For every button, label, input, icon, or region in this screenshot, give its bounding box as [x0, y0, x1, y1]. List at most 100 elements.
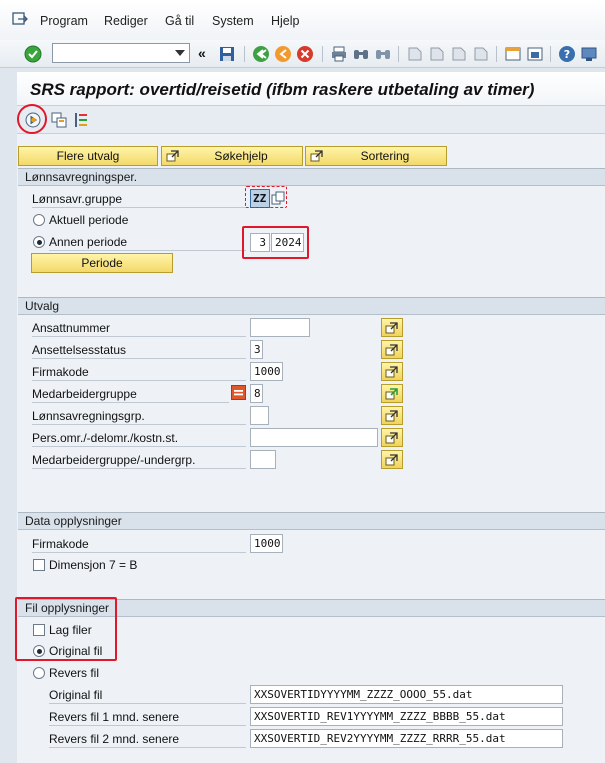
multiple-selection-button-lonnsavregningsgrp[interactable]	[381, 406, 403, 425]
arrow-select-icon	[310, 150, 323, 162]
toolbar-separator	[550, 46, 551, 62]
dimensjon-label: Dimensjon 7 = B	[49, 558, 138, 572]
command-field[interactable]	[52, 43, 190, 63]
medarbeidergruppe-label: Medarbeidergruppe	[32, 387, 137, 401]
group-header: Data opplysninger	[18, 513, 605, 530]
revers-fil-2-field[interactable]: XXSOVERTID_REV2YYYYMM_ZZZZ_RRRR_55.dat	[250, 729, 563, 748]
title-bar: SRS rapport: overtid/reisetid (ifbm rask…	[17, 72, 605, 106]
print-icon[interactable]	[330, 45, 348, 63]
sortering-label: Sortering	[360, 149, 410, 163]
sortering-button[interactable]: Sortering	[305, 146, 447, 166]
label-underline	[49, 703, 246, 704]
exit-icon[interactable]	[274, 45, 292, 63]
label-underline	[49, 725, 246, 726]
arrow-select-icon	[385, 322, 398, 334]
exit-menu-icon[interactable]	[12, 12, 28, 26]
menu-hjelp[interactable]: Hjelp	[271, 14, 300, 28]
lonnsavregningsgrp-label: Lønnsavregningsgrp.	[32, 409, 145, 423]
ansattnummer-field[interactable]	[250, 318, 310, 337]
revers-fil-label: Revers fil	[49, 666, 100, 680]
standard-toolbar: « ?	[0, 40, 605, 68]
original-fil-name-label: Original fil	[49, 688, 103, 702]
highlight-box-fil	[15, 597, 117, 661]
shortcut-icon[interactable]	[526, 45, 544, 63]
label-underline	[32, 446, 246, 447]
multiple-selection-button-ansattnummer[interactable]	[381, 318, 403, 337]
ansettelsesstatus-field[interactable]: 3	[250, 340, 263, 359]
medarbeidergruppe-field[interactable]: 8	[250, 384, 263, 403]
multiple-selection-button-pers-omr[interactable]	[381, 428, 403, 447]
aktuell-periode-label: Aktuell periode	[49, 213, 129, 227]
arrow-select-icon	[385, 432, 398, 444]
label-underline	[49, 250, 246, 251]
label-underline	[32, 424, 246, 425]
multiple-selection-button-medarbeidergruppe[interactable]	[381, 384, 403, 403]
previous-page-icon[interactable]	[428, 45, 446, 63]
menu-program[interactable]: Program	[40, 14, 88, 28]
highlight-circle	[17, 104, 47, 134]
multiple-selection-button-ansettelsesstatus[interactable]	[381, 340, 403, 359]
label-underline	[32, 207, 246, 208]
menu-ga-til[interactable]: Gå til	[165, 14, 194, 28]
group-header: Utvalg	[18, 298, 605, 315]
label-underline	[32, 402, 229, 403]
multiple-selection-button-firmakode[interactable]	[381, 362, 403, 381]
revers-fil-2-label: Revers fil 2 mnd. senere	[49, 732, 180, 746]
sokehjelp-button[interactable]: Søkehjelp	[161, 146, 303, 166]
back-icon[interactable]	[252, 45, 270, 63]
selection-options-icon[interactable]	[72, 111, 90, 129]
pers-omr-field[interactable]	[250, 428, 378, 447]
focus-marker	[245, 186, 287, 208]
lonnsavregningsgrp-field[interactable]	[250, 406, 269, 425]
revers-fil-radio[interactable]	[33, 667, 45, 679]
annen-periode-radio[interactable]	[33, 236, 45, 248]
toolbar-separator	[398, 46, 399, 62]
data-firmakode-field[interactable]: 1000	[250, 534, 283, 553]
flere-utvalg-label: Flere utvalg	[56, 149, 120, 163]
customize-layout-icon[interactable]	[580, 45, 598, 63]
new-session-icon[interactable]	[504, 45, 522, 63]
arrow-select-icon	[385, 410, 398, 422]
menu-rediger[interactable]: Rediger	[104, 14, 148, 28]
last-page-icon[interactable]	[472, 45, 490, 63]
label-underline	[49, 747, 246, 748]
enter-check-icon[interactable]	[24, 45, 42, 63]
page-title: SRS rapport: overtid/reisetid (ifbm rask…	[30, 80, 535, 99]
pers-omr-label: Pers.omr./-delomr./kostn.st.	[32, 431, 179, 445]
lonnsavr-gruppe-label: Lønnsavr.gruppe	[32, 192, 123, 206]
next-page-icon[interactable]	[450, 45, 468, 63]
periode-label: Periode	[81, 256, 123, 270]
flere-utvalg-button[interactable]: Flere utvalg	[18, 146, 158, 166]
cancel-icon[interactable]	[296, 45, 314, 63]
find-icon[interactable]	[352, 45, 370, 63]
toolbar-separator	[244, 46, 245, 62]
revers-fil-1-field[interactable]: XXSOVERTID_REV1YYYYMM_ZZZZ_BBBB_55.dat	[250, 707, 563, 726]
medarbeidergruppe-undergrp-field[interactable]	[250, 450, 276, 469]
collapse-glyph[interactable]: «	[198, 45, 206, 61]
menu-bar: Program Rediger Gå til System Hjelp	[0, 0, 605, 40]
highlight-box-period	[242, 226, 309, 259]
dimensjon-checkbox[interactable]	[33, 559, 45, 571]
toolbar-separator	[322, 46, 323, 62]
sokehjelp-label: Søkehjelp	[214, 149, 268, 163]
multiple-selection-button-medarbeidergruppe-undergrp[interactable]	[381, 450, 403, 469]
aktuell-periode-radio[interactable]	[33, 214, 45, 226]
arrow-select-icon	[385, 366, 398, 378]
menu-system[interactable]: System	[212, 14, 254, 28]
ansattnummer-label: Ansattnummer	[32, 321, 111, 335]
arrow-select-active-icon	[385, 388, 398, 400]
find-next-icon[interactable]	[374, 45, 392, 63]
original-fil-field[interactable]: XXSOVERTIDYYYYMM_ZZZZ_OOOO_55.dat	[250, 685, 563, 704]
label-underline	[32, 336, 246, 337]
variants-icon[interactable]	[50, 111, 68, 129]
save-icon[interactable]	[218, 45, 236, 63]
first-page-icon[interactable]	[406, 45, 424, 63]
help-icon[interactable]: ?	[558, 45, 576, 63]
command-dropdown-icon[interactable]	[175, 50, 185, 56]
exclude-option-icon[interactable]	[231, 385, 246, 400]
periode-button[interactable]: Periode	[31, 253, 173, 273]
firmakode-field[interactable]: 1000	[250, 362, 283, 381]
data-firmakode-label: Firmakode	[32, 537, 89, 551]
svg-text:?: ?	[564, 48, 570, 61]
annen-periode-label: Annen periode	[49, 235, 128, 249]
